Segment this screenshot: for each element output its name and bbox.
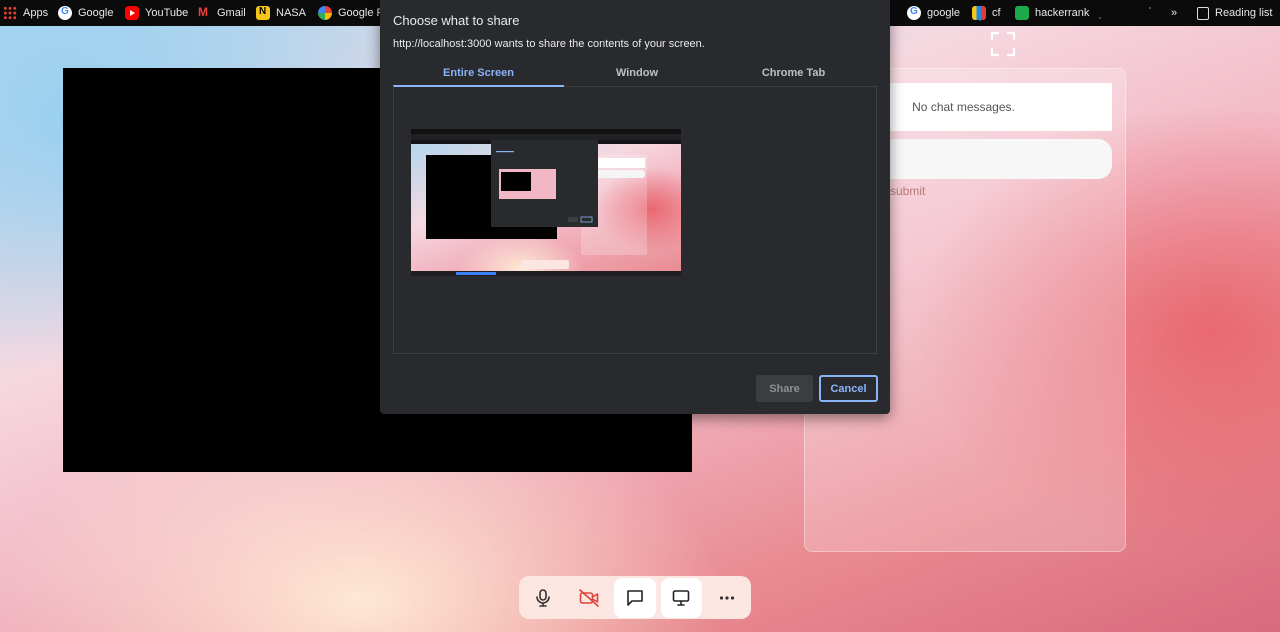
- share-button[interactable]: Share: [756, 375, 813, 402]
- screen-preview-image: [411, 129, 681, 276]
- codeforces-icon: [972, 6, 986, 20]
- camera-off-button[interactable]: [568, 578, 609, 618]
- apps-grid-icon: [3, 6, 17, 20]
- chat-button[interactable]: [614, 577, 656, 618]
- bookmark-label: Gmail: [217, 7, 246, 19]
- share-screen-dialog: Choose what to share http://localhost:30…: [380, 0, 890, 414]
- reading-list-button[interactable]: Reading list: [1197, 4, 1272, 22]
- bookmark-label: cf: [992, 7, 1001, 19]
- bookmark-label: hackerrank: [1035, 7, 1090, 19]
- more-icon: [720, 595, 735, 600]
- more-options-button[interactable]: [707, 578, 748, 618]
- bookmark-label: NASA: [276, 7, 306, 19]
- tab-entire-screen[interactable]: Entire Screen: [393, 63, 564, 87]
- bookmark-nasa[interactable]: NASA: [256, 4, 306, 22]
- dialog-title: Choose what to share: [393, 13, 520, 28]
- entire-screen-thumbnail[interactable]: [411, 129, 681, 276]
- share-source-tabs: Entire Screen Window Chrome Tab: [393, 63, 877, 87]
- microphone-button[interactable]: [522, 578, 563, 618]
- bookmark-label: Google P: [338, 7, 384, 19]
- google-photos-icon: [318, 6, 332, 20]
- google-icon: [907, 6, 921, 20]
- chat-submit-hint: submit: [890, 184, 926, 198]
- monitor-icon: [672, 589, 690, 606]
- tab-window[interactable]: Window: [564, 63, 710, 87]
- nasa-icon: [256, 6, 270, 20]
- meeting-toolbar: [519, 576, 751, 619]
- hackerrank-icon: [1015, 6, 1029, 20]
- screen-share-button[interactable]: [660, 577, 702, 618]
- bookmark-label: Google: [78, 7, 114, 19]
- bookmark-google[interactable]: Google: [58, 4, 113, 22]
- gmail-icon: [197, 5, 211, 20]
- bookmark-apps[interactable]: Apps: [3, 4, 48, 22]
- fullscreen-icon[interactable]: [990, 31, 1016, 57]
- share-source-pane: [393, 86, 877, 354]
- youtube-icon: [125, 6, 139, 20]
- overflow-chevron: »: [1171, 7, 1178, 19]
- chat-icon: [627, 589, 643, 606]
- google-icon: [58, 6, 72, 20]
- bookmark-google-2[interactable]: google: [907, 4, 960, 22]
- microphone-icon: [535, 588, 550, 607]
- cancel-button[interactable]: Cancel: [819, 375, 878, 402]
- dialog-subtitle: http://localhost:3000 wants to share the…: [393, 38, 705, 50]
- reading-list-icon: [1197, 6, 1209, 20]
- bookmark-hackerrank[interactable]: hackerrank: [1015, 4, 1089, 22]
- bookmark-google-photos[interactable]: Google P: [318, 4, 384, 22]
- bookmark-cf[interactable]: cf: [972, 4, 1001, 22]
- tab-chrome-tab[interactable]: Chrome Tab: [710, 63, 877, 87]
- bookmark-gmail[interactable]: Gmail: [197, 4, 246, 22]
- bookmark-label: YouTube: [145, 7, 189, 19]
- camera-off-icon: [578, 588, 599, 607]
- bookmark-label: Apps: [23, 7, 49, 19]
- bookmark-youtube[interactable]: YouTube: [125, 4, 188, 22]
- bookmarks-overflow-button[interactable]: »: [1171, 4, 1177, 22]
- reading-list-label: Reading list: [1215, 7, 1273, 19]
- bookmark-label: google: [927, 7, 961, 19]
- empty-chat-text: No chat messages.: [912, 100, 1015, 114]
